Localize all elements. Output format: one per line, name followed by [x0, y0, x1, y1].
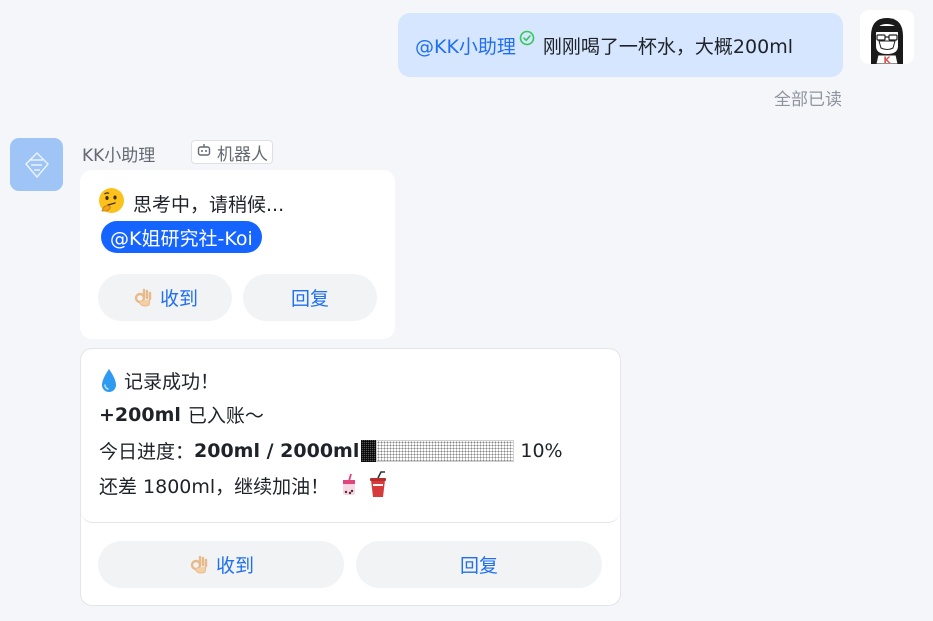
- record-card-body: 记录成功！ +200ml 已入账～ 今日进度： 200ml / 2000ml 1…: [81, 349, 620, 523]
- ok-hand-icon: [132, 287, 154, 309]
- ack-button[interactable]: 收到: [98, 274, 232, 321]
- reply-button[interactable]: 回复: [356, 541, 602, 588]
- progress-percent: 10%: [520, 439, 563, 462]
- read-status: 全部已读: [774, 90, 842, 110]
- progress-line: 今日进度： 200ml / 2000ml 10%: [99, 437, 563, 464]
- progress-value: 200ml / 2000ml: [194, 439, 360, 462]
- robot-icon: [196, 142, 212, 163]
- bot-name[interactable]: KK小助理: [82, 141, 155, 166]
- robot-tag: 机器人: [191, 140, 273, 165]
- record-success-line: 记录成功！: [99, 367, 219, 394]
- user-avatar[interactable]: K: [860, 10, 914, 64]
- progress-bar-fill: [361, 439, 377, 462]
- progress-label: 今日进度：: [99, 441, 195, 463]
- outgoing-message-text: 刚刚喝了一杯水，大概200ml: [542, 35, 793, 58]
- thinking-line: 思考中，请稍候...: [98, 187, 284, 219]
- record-card: 记录成功！ +200ml 已入账～ 今日进度： 200ml / 2000ml 1…: [80, 348, 621, 606]
- ack-button-label: 收到: [215, 555, 254, 577]
- ok-hand-icon: [188, 554, 210, 576]
- water-drop-icon: [99, 368, 119, 394]
- progress-bar-remaining: [376, 439, 515, 462]
- reply-button-label: 回复: [459, 555, 498, 577]
- bot-avatar-icon[interactable]: [10, 138, 63, 191]
- thinking-face-icon: [98, 187, 125, 219]
- amount-value: +200ml: [99, 403, 181, 426]
- reply-button-label: 回复: [290, 288, 329, 310]
- reply-button[interactable]: 回复: [243, 274, 377, 321]
- robot-tag-label: 机器人: [217, 144, 268, 165]
- progress-bar: [361, 439, 515, 462]
- ack-button[interactable]: 收到: [98, 541, 344, 588]
- record-success-text: 记录成功！: [124, 371, 220, 393]
- verified-check-icon: [519, 29, 535, 46]
- remaining-line: 还差 1800ml，继续加油！: [99, 471, 389, 499]
- ack-button-label: 收到: [159, 288, 198, 310]
- amount-suffix: 已入账～: [187, 405, 264, 427]
- mention-link[interactable]: @KK小助理: [415, 32, 516, 59]
- drink-cup-icon: [367, 471, 389, 499]
- amount-line: +200ml 已入账～: [99, 401, 264, 428]
- mention-pill[interactable]: @K姐研究社-Koi: [101, 221, 262, 253]
- remaining-text: 还差 1800ml，继续加油！: [99, 475, 330, 498]
- thinking-text: 思考中，请稍候...: [133, 193, 285, 216]
- bubble-tea-icon: [339, 472, 359, 498]
- outgoing-message-bubble[interactable]: @KK小助理 刚刚喝了一杯水，大概200ml: [398, 13, 843, 77]
- thinking-card: 思考中，请稍候... @K姐研究社-Koi 收到 回复: [80, 170, 395, 339]
- svg-text:K: K: [884, 56, 892, 64]
